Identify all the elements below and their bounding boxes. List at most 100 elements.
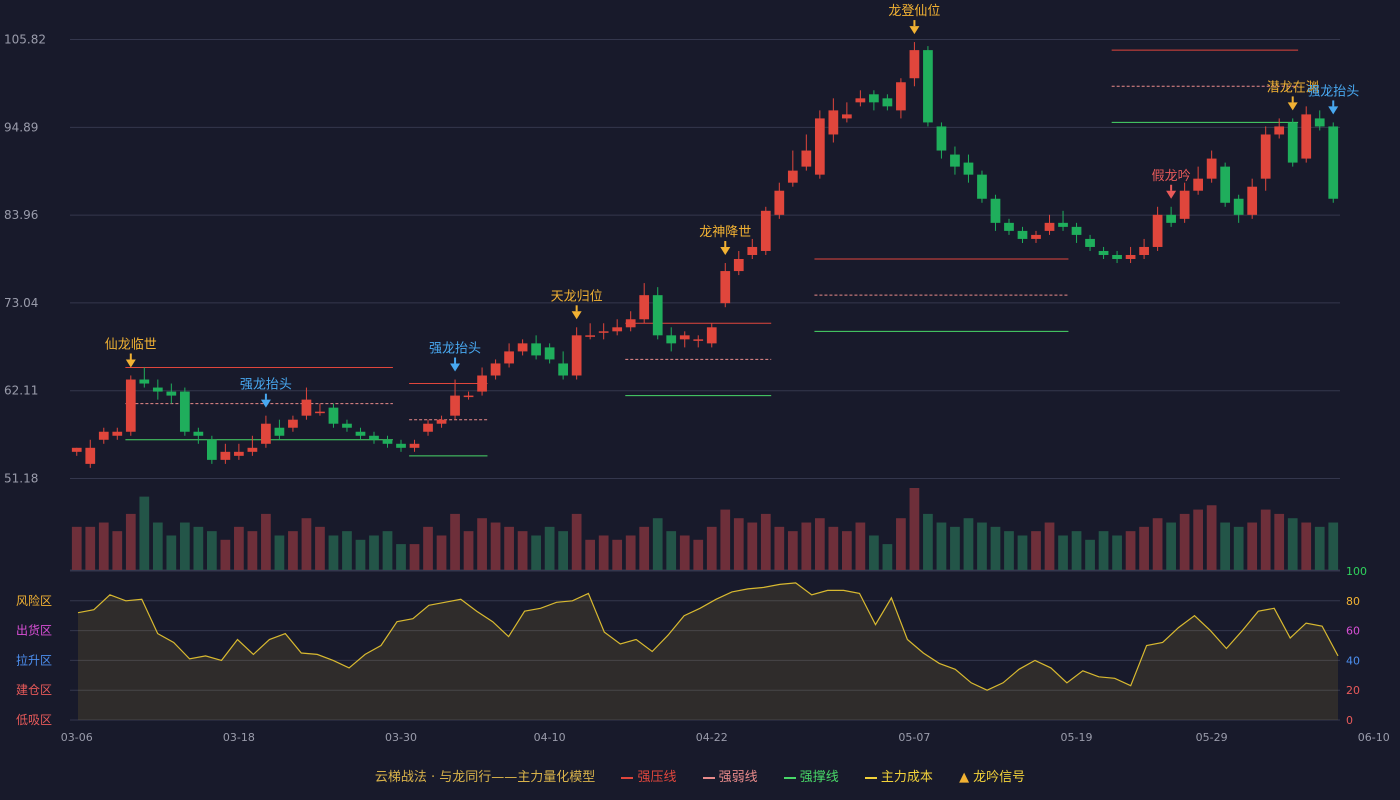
candle-body (1260, 134, 1271, 179)
volume-bar (1017, 535, 1028, 570)
volume-bar (1031, 531, 1041, 570)
legend-strong-resist: 强压线 (621, 766, 676, 785)
candle-body (328, 407, 339, 424)
x-tick-label: 06-10 (1358, 731, 1390, 744)
candle-body (1085, 238, 1095, 247)
volume-bar (828, 526, 839, 570)
candle-body (98, 431, 109, 440)
volume-bar (85, 526, 96, 570)
candle-body (179, 391, 190, 432)
candle-body (990, 198, 1001, 223)
candle-body (1287, 122, 1298, 163)
legend-support-line: 强撑线 (783, 766, 839, 785)
volume-bar (1274, 513, 1285, 570)
volume-bar (1044, 522, 1055, 570)
volume-bar (625, 535, 636, 570)
volume-bar (977, 522, 987, 570)
volume-bar (896, 518, 906, 570)
candle-body (1179, 190, 1190, 219)
candle-body (896, 82, 906, 111)
volume-bar (369, 535, 379, 570)
volume-bar (1206, 505, 1217, 570)
price-tick-label: 94.89 (4, 120, 38, 134)
volume-bar (274, 535, 285, 570)
oscillator-zone-label: 建仓区 (16, 683, 52, 697)
volume-bar (315, 526, 325, 570)
x-tick-label: 05-29 (1196, 731, 1228, 744)
candle-body (112, 431, 123, 436)
candle-body (909, 50, 920, 79)
volume-bar (585, 539, 596, 570)
volume-bar (409, 544, 420, 570)
candle-body (639, 295, 650, 320)
candle-body (544, 347, 555, 360)
candle-body (1152, 214, 1163, 247)
volume-bar (463, 531, 474, 570)
volume-bar (1287, 518, 1298, 570)
candle-body (152, 387, 163, 392)
volume-bar (814, 518, 825, 570)
volume-bar (733, 518, 744, 570)
oscillator-zone-label: 拉升区 (16, 652, 52, 667)
candle-body (531, 343, 541, 356)
candle-body (666, 335, 677, 344)
volume-bar (936, 522, 947, 570)
candle-body (247, 447, 258, 452)
candle-body (125, 379, 136, 432)
oscillator-tick-label: 40 (1346, 654, 1360, 667)
volume-bar (206, 531, 217, 570)
candle-body (720, 271, 731, 304)
candle-body (936, 126, 947, 151)
volume-bar (558, 531, 569, 570)
volume-bar (950, 526, 960, 570)
candle-body (490, 363, 501, 376)
volume-bar (125, 513, 136, 570)
price-tick-label: 105.82 (4, 33, 46, 47)
volume-bar (504, 526, 514, 570)
volume-bar (490, 522, 501, 570)
volume-bar (720, 509, 731, 570)
oscillator-zone-label: 风险区 (16, 593, 52, 608)
volume-bar (1085, 539, 1095, 570)
candle-body (828, 110, 839, 135)
candle-body (652, 295, 663, 336)
volume-bar (639, 526, 650, 570)
candle-body (261, 423, 271, 444)
volume-bar (396, 544, 406, 570)
price-tick-label: 73.04 (4, 296, 38, 310)
volume-bar (531, 535, 541, 570)
volume-bar (152, 522, 163, 570)
volume-bar (571, 513, 582, 570)
candle-body (504, 351, 514, 364)
candle-body (612, 327, 623, 332)
candle-body (706, 327, 717, 344)
volume-bar (1301, 522, 1312, 570)
volume-bar (1314, 526, 1325, 570)
volume-bar (1058, 535, 1068, 570)
legend-weak-line: 强弱线 (702, 766, 758, 785)
candle-body (342, 423, 352, 428)
candle-body (85, 447, 96, 464)
volume-bar (1233, 526, 1244, 570)
volume-bar (98, 522, 109, 570)
x-tick-label: 03-06 (61, 731, 93, 744)
candle-body (369, 435, 379, 440)
volume-bar (1152, 518, 1163, 570)
volume-bar (288, 531, 298, 570)
price-tick-label: 62.11 (4, 384, 38, 398)
candle-body (517, 343, 528, 352)
volume-bar (1139, 526, 1149, 570)
legend-title: 云梯战法 · 与龙同行——主力量化模型 (374, 770, 596, 785)
candle-body (1071, 226, 1082, 235)
candle-body (234, 451, 244, 456)
volume-bar (612, 539, 623, 570)
candle-body (274, 427, 285, 436)
candle-body (436, 419, 447, 424)
signal-label: 龙神降世 (699, 225, 751, 240)
volume-bar (882, 544, 893, 570)
volume-bar (139, 496, 150, 570)
candle-body (679, 335, 690, 340)
candle-body (1206, 158, 1217, 179)
candle-body (814, 118, 825, 175)
candle-body (193, 431, 204, 436)
